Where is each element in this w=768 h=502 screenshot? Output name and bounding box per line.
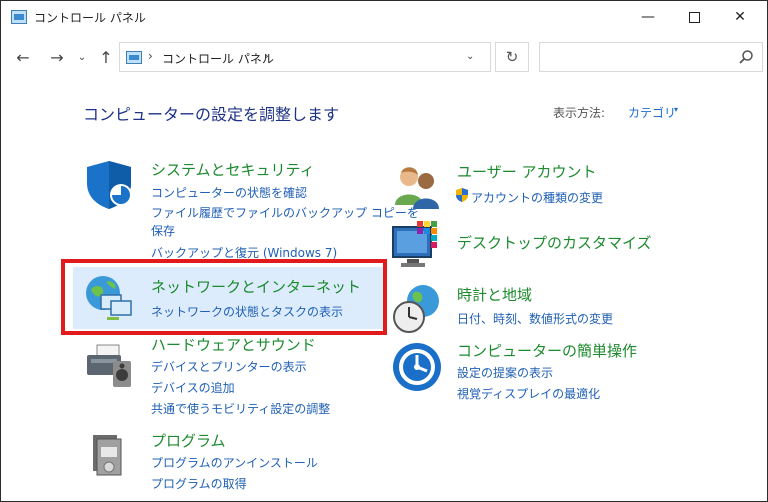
- link-suggested-settings[interactable]: 設定の提案の表示: [457, 364, 553, 381]
- page-title: コンピューターの設定を調整します: [83, 105, 340, 124]
- close-icon: ✕: [734, 9, 746, 25]
- category-title-programs[interactable]: プログラム: [151, 430, 226, 451]
- category-title-hardware-sound[interactable]: ハードウェアとサウンド: [151, 334, 316, 355]
- link-optimize-display[interactable]: 視覚ディスプレイの最適化: [457, 385, 600, 402]
- back-button[interactable]: ←: [11, 45, 35, 69]
- monitor-color-icon: [392, 221, 437, 267]
- link-mobility-settings[interactable]: 共通で使うモビリティ設定の調整: [151, 400, 330, 417]
- link-file-history-save[interactable]: 保存: [151, 222, 175, 239]
- control-panel-icon: [11, 10, 27, 24]
- category-title-system-security[interactable]: システムとセキュリティ: [151, 159, 315, 180]
- window-title: コントロール パネル: [34, 11, 146, 25]
- link-add-device[interactable]: デバイスの追加: [151, 379, 235, 396]
- shield-icon: [87, 161, 132, 209]
- arrow-left-icon: ←: [16, 47, 30, 67]
- arrow-up-icon: ↑: [99, 47, 113, 67]
- ease-of-access-icon: [393, 343, 441, 391]
- annotation-highlight-box: [61, 259, 387, 335]
- refresh-button[interactable]: ↻: [495, 42, 529, 72]
- chevron-down-icon[interactable]: ⌄: [466, 51, 474, 62]
- chevron-down-icon: ⌄: [77, 51, 87, 63]
- control-panel-window: コントロール パネル — ✕ ← → ⌄ ↑ › コントロール パネル › ⌄ …: [0, 0, 768, 502]
- view-by-dropdown[interactable]: カテゴリ: [628, 104, 676, 121]
- category-title-user-accounts[interactable]: ユーザー アカウント: [457, 161, 596, 182]
- minimize-button[interactable]: —: [625, 1, 671, 33]
- breadcrumb-control-panel[interactable]: コントロール パネル: [162, 50, 274, 67]
- link-change-account-type[interactable]: アカウントの種類の変更: [471, 189, 603, 206]
- breadcrumb-separator-icon[interactable]: ›: [264, 49, 269, 63]
- link-uninstall-program[interactable]: プログラムのアンインストール: [151, 454, 318, 471]
- clock-globe-icon: [393, 285, 439, 333]
- link-file-history-backup[interactable]: ファイル履歴でファイルのバックアップ コピーを: [151, 204, 419, 221]
- search-icon: [739, 50, 753, 64]
- users-icon: [395, 167, 439, 209]
- uac-shield-icon: [456, 188, 468, 202]
- refresh-icon: ↻: [505, 48, 519, 66]
- minimize-icon: —: [641, 9, 655, 25]
- link-check-status[interactable]: コンピューターの状態を確認: [151, 184, 307, 201]
- caret-down-icon[interactable]: ▾: [674, 105, 678, 114]
- category-title-desktop-customize[interactable]: デスクトップのカスタマイズ: [457, 232, 652, 253]
- category-title-ease-of-access[interactable]: コンピューターの簡単操作: [457, 340, 637, 361]
- view-by-label: 表示方法:: [553, 106, 606, 120]
- maximize-button[interactable]: [671, 1, 717, 33]
- breadcrumb-separator-icon[interactable]: ›: [148, 49, 153, 63]
- forward-button[interactable]: →: [45, 45, 69, 69]
- arrow-right-icon: →: [50, 47, 64, 67]
- link-devices-printers[interactable]: デバイスとプリンターの表示: [151, 358, 307, 375]
- close-button[interactable]: ✕: [717, 1, 763, 33]
- search-input[interactable]: [539, 42, 763, 72]
- address-bar[interactable]: › コントロール パネル › ⌄: [119, 42, 491, 72]
- maximize-icon: [688, 11, 700, 23]
- control-panel-icon: [126, 51, 142, 64]
- link-date-time-format[interactable]: 日付、時刻、数値形式の変更: [457, 310, 613, 327]
- printer-speaker-icon: [87, 344, 131, 387]
- category-title-clock-region[interactable]: 時計と地域: [457, 284, 532, 305]
- navigation-bar: ← → ⌄ ↑ › コントロール パネル › ⌄ ↻: [1, 39, 767, 75]
- link-get-programs[interactable]: プログラムの取得: [151, 475, 247, 492]
- up-button[interactable]: ↑: [95, 45, 117, 69]
- title-bar: コントロール パネル — ✕: [1, 1, 767, 33]
- programs-icon: [93, 435, 122, 476]
- recent-locations-button[interactable]: ⌄: [75, 45, 89, 69]
